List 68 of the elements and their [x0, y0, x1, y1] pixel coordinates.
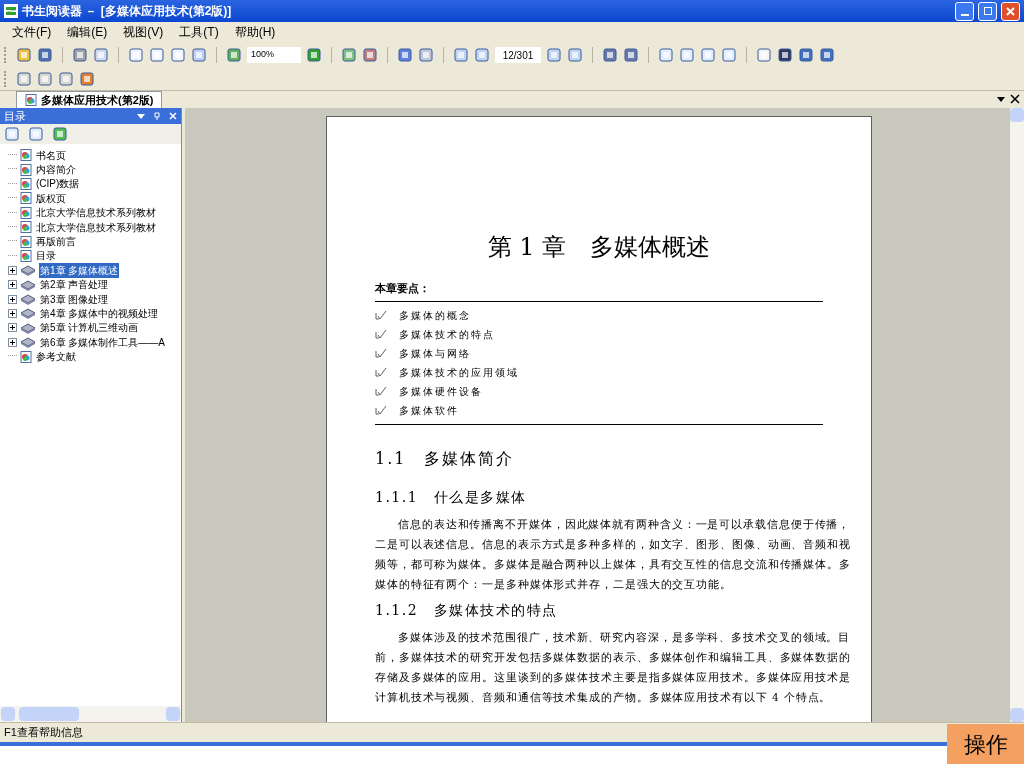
app-icon: [4, 4, 18, 18]
panel-title: 目录: [4, 108, 27, 124]
checkmark-icon: [375, 310, 387, 320]
checkmark-icon: [375, 405, 387, 415]
book-icon: [20, 307, 36, 320]
toc-item[interactable]: 第6章 多媒体制作工具——A: [39, 335, 166, 350]
toc-item[interactable]: 第2章 声音处理: [39, 277, 110, 292]
subsection-heading: 1.1.1 什么是多媒体: [375, 487, 528, 507]
book-icon: [20, 336, 36, 349]
paragraph: 信息的表达和传播离不开媒体，因此媒体就有两种含义：一是可以承载信息便于传播，二是可以表述信息。信息的表示方式是多种多样的，如文字、图形、图像、动画、音频和视频等，都可称为媒体。多媒体是融合两种以上媒体，具有交互性的信息交流和传播媒体。多媒体的特征有两个：一是多种媒体形式并存，二是强大的交互功能。: [375, 516, 851, 592]
close-icon[interactable]: [1010, 94, 1020, 104]
toc-item[interactable]: 第5章 计算机三维动画: [39, 320, 140, 336]
status-text: F1查看帮助信息: [4, 725, 83, 741]
page-number-field[interactable]: 12/301: [495, 47, 541, 63]
menu-item[interactable]: 文件(F): [12, 23, 52, 41]
expand-icon[interactable]: [8, 294, 17, 304]
paragraph: 多媒体涉及的技术范围很广，技术新、研究内容深，是多学科、多技术交叉的领域。目前，多媒体技术的研究开发包括多媒体数据的表示、多媒体创作和编辑工具、多媒体数据的存储及多媒体的应用。这里谈到的多媒体技术主要是指多媒体应用技术。多媒体应用技术是计算机技术与视频、音频和通信等技术集成的产物。多媒体应用技术有以下 4 个特点。: [375, 629, 851, 705]
toc-item[interactable]: 参考文献: [35, 349, 77, 364]
book-icon: [20, 264, 36, 277]
expand-icon[interactable]: [8, 323, 17, 333]
dropdown-icon[interactable]: [996, 94, 1006, 104]
toc-item[interactable]: 北京大学信息技术系列教材: [35, 219, 157, 235]
zoom-field[interactable]: 100%: [247, 47, 301, 63]
document-tab[interactable]: 多媒体应用技术(第2版): [16, 91, 163, 108]
key-point: 多媒体与网络: [399, 346, 471, 361]
chapter-title: 第 1 章 多媒体概述: [486, 232, 712, 263]
expand-icon[interactable]: [8, 309, 17, 318]
pin-icon[interactable]: [153, 112, 161, 120]
toc-item[interactable]: 再版前言: [35, 234, 77, 249]
menu-item[interactable]: 工具(T): [179, 23, 219, 41]
menu-item[interactable]: 视图(V): [123, 23, 164, 41]
minimize-button[interactable]: [955, 1, 974, 21]
toc-item[interactable]: (CIP)数据: [35, 176, 81, 192]
expand-icon[interactable]: [8, 280, 17, 290]
overlay-label: 操作: [947, 724, 1024, 764]
book-icon: [20, 321, 36, 334]
toc-item[interactable]: 第1章 多媒体概述: [39, 263, 120, 278]
subsection-heading: 1.1.2 多媒体技术的特点: [375, 600, 559, 620]
close-button[interactable]: [1001, 1, 1020, 21]
toc-item[interactable]: 北京大学信息技术系列教材: [35, 205, 157, 220]
key-points-title: 本章要点：: [375, 281, 823, 302]
restore-button[interactable]: [978, 1, 997, 21]
key-point: 多媒体硬件设备: [399, 384, 483, 399]
checkmark-icon: [375, 329, 387, 339]
horizontal-scrollbar[interactable]: [0, 706, 181, 722]
checkmark-icon: [375, 367, 387, 377]
book-icon: [20, 293, 36, 306]
toc-item[interactable]: 第4章 多媒体中的视频处理: [39, 306, 160, 321]
checkmark-icon: [375, 386, 387, 396]
key-point: 多媒体技术的特点: [399, 327, 495, 342]
menu-item[interactable]: 编辑(E): [67, 23, 108, 41]
book-icon: [20, 278, 36, 291]
toc-item[interactable]: 第3章 图像处理: [39, 291, 110, 307]
vertical-scrollbar[interactable]: [1010, 108, 1024, 722]
key-point: 多媒体的概念: [399, 308, 471, 323]
section-heading: 1.1 多媒体简介: [375, 447, 516, 470]
key-point: 多媒体软件: [399, 403, 459, 418]
checkmark-icon: [375, 348, 387, 358]
toc-item[interactable]: 版权页: [35, 191, 67, 206]
menu-item[interactable]: 帮助(H): [234, 23, 276, 41]
expand-icon[interactable]: [8, 337, 17, 347]
window-title: 书生阅读器 － [多媒体应用技术(第2版)]: [22, 3, 233, 20]
toc-item[interactable]: 内容简介: [35, 162, 77, 177]
key-point: 多媒体技术的应用领域: [399, 365, 519, 380]
close-icon: [1006, 6, 1015, 16]
toc-item[interactable]: 书名页: [35, 148, 67, 163]
toc-item[interactable]: 目录: [35, 248, 57, 264]
expand-icon[interactable]: [8, 265, 17, 275]
